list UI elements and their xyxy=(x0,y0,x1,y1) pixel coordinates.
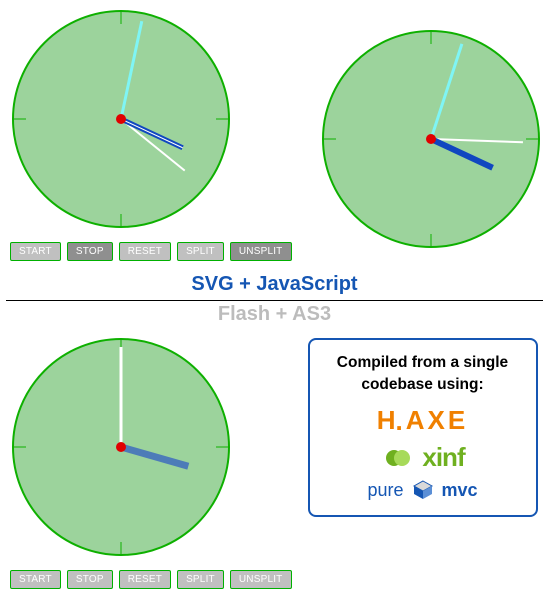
haxe-logo-row: H.AXE xyxy=(320,405,526,436)
info-title-line2: codebase using: xyxy=(361,376,483,393)
xinf-icon xyxy=(380,444,414,472)
cube-icon xyxy=(412,479,434,501)
top-right-column xyxy=(316,4,549,254)
split-button[interactable]: SPLIT xyxy=(177,242,224,261)
haxe-logo: H.AXE xyxy=(377,405,468,436)
mvc-text: mvc xyxy=(442,480,478,501)
clock-top-right xyxy=(316,24,546,254)
bottom-right-column: Compiled from a single codebase using: H… xyxy=(316,332,549,517)
puremvc-logo-row: pure mvc xyxy=(320,479,526,501)
xinf-logo-row: xinf xyxy=(320,442,526,473)
stop-button[interactable]: STOP xyxy=(67,570,113,589)
xinf-text: xinf xyxy=(422,442,464,473)
info-box: Compiled from a single codebase using: H… xyxy=(308,338,538,517)
start-button[interactable]: START xyxy=(10,570,61,589)
info-title: Compiled from a single codebase using: xyxy=(320,352,526,395)
bottom-panel: START STOP RESET SPLIT UNSPLIT Compiled … xyxy=(4,332,545,593)
center-dot xyxy=(116,442,126,452)
bottom-button-row: START STOP RESET SPLIT UNSPLIT xyxy=(10,570,292,589)
info-title-line1: Compiled from a single xyxy=(337,354,508,371)
top-left-column: START STOP RESET SPLIT UNSPLIT xyxy=(6,4,292,261)
top-button-row: START STOP RESET SPLIT UNSPLIT xyxy=(10,242,292,261)
bottom-left-column: START STOP RESET SPLIT UNSPLIT xyxy=(6,332,292,589)
clock-bottom-left xyxy=(6,332,236,562)
section-label-flash: Flash + AS3 xyxy=(4,303,545,326)
reset-button[interactable]: RESET xyxy=(119,570,171,589)
center-dot xyxy=(116,114,126,124)
unsplit-button[interactable]: UNSPLIT xyxy=(230,242,292,261)
split-button[interactable]: SPLIT xyxy=(177,570,224,589)
center-dot xyxy=(426,134,436,144)
unsplit-button[interactable]: UNSPLIT xyxy=(230,570,292,589)
divider xyxy=(6,300,543,301)
top-panel: START STOP RESET SPLIT UNSPLIT xyxy=(4,4,545,265)
pure-text: pure xyxy=(367,480,403,501)
reset-button[interactable]: RESET xyxy=(119,242,171,261)
stop-button[interactable]: STOP xyxy=(67,242,113,261)
section-label-svgjs: SVG + JavaScript xyxy=(4,273,545,296)
clock-top-left xyxy=(6,4,236,234)
start-button[interactable]: START xyxy=(10,242,61,261)
